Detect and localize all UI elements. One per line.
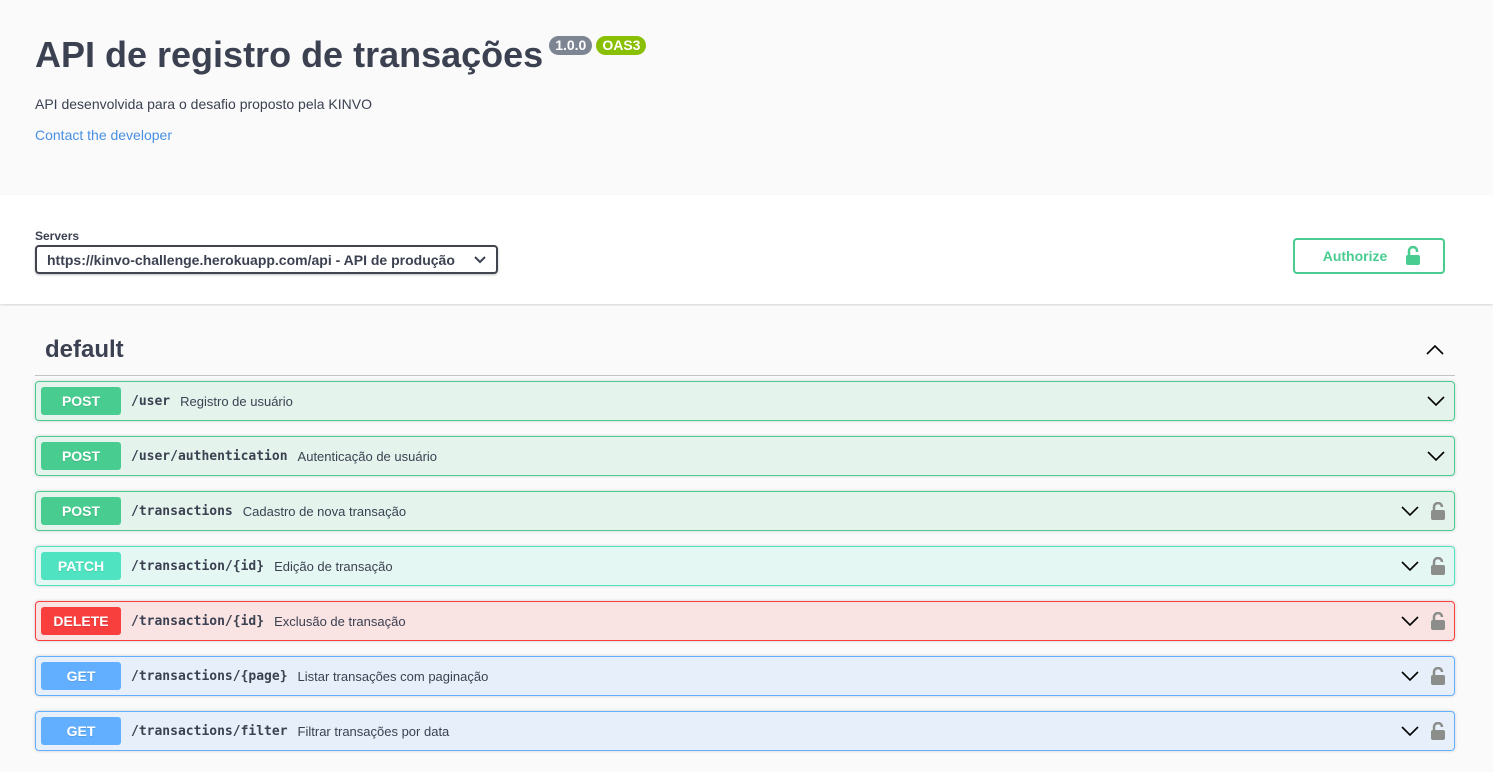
operation-controls xyxy=(1427,451,1449,461)
operation-summary: Listar transações com paginação xyxy=(297,668,489,684)
operation-summary: Autenticação de usuário xyxy=(297,448,438,464)
method-badge: POST xyxy=(41,497,121,525)
tag-header[interactable]: default xyxy=(35,304,1455,376)
operation-path: /transaction/{id} xyxy=(131,558,265,574)
operations-list: POST /user Registro de usuário POST /use… xyxy=(35,381,1455,751)
method-badge: POST xyxy=(41,387,121,415)
operation-row[interactable]: POST /transactions Cadastro de nova tran… xyxy=(35,491,1455,531)
tag-section-default: default POST /user Registro de usuário P… xyxy=(0,304,1493,751)
operation-path: /transactions xyxy=(131,503,233,519)
operation-path: /transactions/filter xyxy=(131,723,288,739)
page-title: API de registro de transações 1.0.0 OAS3 xyxy=(35,34,1458,76)
operation-path: /user xyxy=(131,393,171,409)
lock-icon[interactable] xyxy=(1431,722,1445,740)
lock-icon[interactable] xyxy=(1431,612,1445,630)
api-title: API de registro de transações xyxy=(35,34,544,75)
chevron-down-icon[interactable] xyxy=(1401,561,1419,571)
operation-controls xyxy=(1401,667,1449,685)
operation-path: /transaction/{id} xyxy=(131,613,265,629)
chevron-down-icon[interactable] xyxy=(1401,726,1419,736)
operation-summary: Exclusão de transação xyxy=(274,613,406,629)
contact-link[interactable]: Contact the developer xyxy=(35,127,172,143)
operation-row[interactable]: GET /transactions/filter Filtrar transaç… xyxy=(35,711,1455,751)
unlock-icon xyxy=(1406,246,1421,265)
info-header: API de registro de transações 1.0.0 OAS3… xyxy=(0,0,1493,195)
operation-summary: Filtrar transações por data xyxy=(297,723,450,739)
operation-summary: Cadastro de nova transação xyxy=(242,503,407,519)
lock-icon[interactable] xyxy=(1431,667,1445,685)
operation-summary: Registro de usuário xyxy=(180,393,293,409)
operation-row[interactable]: POST /user Registro de usuário xyxy=(35,381,1455,421)
authorize-label: Authorize xyxy=(1322,248,1388,264)
chevron-down-icon[interactable] xyxy=(1401,616,1419,626)
authorize-button[interactable]: Authorize xyxy=(1293,238,1445,274)
operation-row[interactable]: DELETE /transaction/{id} Exclusão de tra… xyxy=(35,601,1455,641)
operation-row[interactable]: PATCH /transaction/{id} Edição de transa… xyxy=(35,546,1455,586)
scheme-container: Servers https://kinvo-challenge.herokuap… xyxy=(0,195,1493,304)
lock-icon[interactable] xyxy=(1431,557,1445,575)
operation-path: /user/authentication xyxy=(131,448,288,464)
method-badge: POST xyxy=(41,442,121,470)
chevron-down-icon[interactable] xyxy=(1401,671,1419,681)
method-badge: PATCH xyxy=(41,552,121,580)
oas-badge: OAS3 xyxy=(596,36,647,55)
operation-controls xyxy=(1401,612,1449,630)
operation-controls xyxy=(1401,557,1449,575)
operation-controls xyxy=(1401,502,1449,520)
operation-controls xyxy=(1401,722,1449,740)
lock-icon[interactable] xyxy=(1431,502,1445,520)
version-badge: 1.0.0 xyxy=(549,36,593,55)
chevron-down-icon[interactable] xyxy=(1427,396,1445,406)
operation-controls xyxy=(1427,396,1449,406)
method-badge: GET xyxy=(41,662,121,690)
operation-row[interactable]: POST /user/authentication Autenticação d… xyxy=(35,436,1455,476)
method-badge: GET xyxy=(41,717,121,745)
servers-selected-value: https://kinvo-challenge.herokuapp.com/ap… xyxy=(47,251,455,268)
operation-row[interactable]: GET /transactions/{page} Listar transaçõ… xyxy=(35,656,1455,696)
servers-select[interactable]: https://kinvo-challenge.herokuapp.com/ap… xyxy=(35,245,498,274)
operation-path: /transactions/{page} xyxy=(131,668,288,684)
operation-summary: Edição de transação xyxy=(274,558,393,574)
method-badge: DELETE xyxy=(41,607,121,635)
chevron-down-icon xyxy=(474,255,486,263)
chevron-down-icon[interactable] xyxy=(1427,451,1445,461)
api-description: API desenvolvida para o desafio proposto… xyxy=(35,96,372,112)
servers-label: Servers xyxy=(35,229,80,243)
chevron-up-icon[interactable] xyxy=(1425,344,1445,356)
tag-name: default xyxy=(45,335,124,363)
chevron-down-icon[interactable] xyxy=(1401,506,1419,516)
